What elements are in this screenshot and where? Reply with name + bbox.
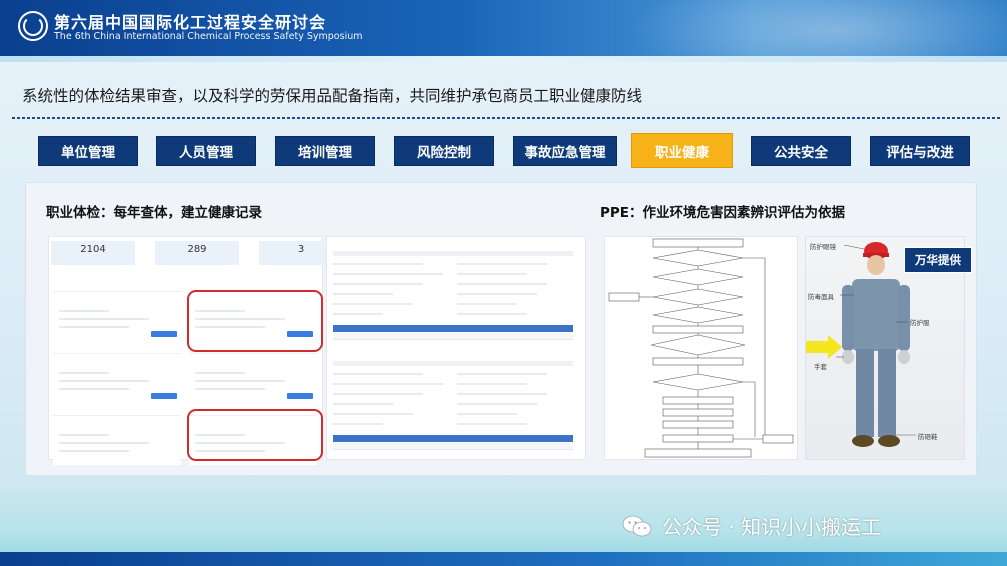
form-line [333, 413, 413, 415]
form-line [333, 273, 443, 275]
form-line [457, 383, 527, 385]
tab-occupational-health[interactable]: 职业健康 [631, 133, 733, 168]
table-header [333, 325, 573, 332]
tab-risk-control[interactable]: 风险控制 [394, 136, 494, 166]
flowchart-svg [608, 238, 794, 458]
card-action-button[interactable] [151, 393, 177, 399]
tab-evaluation-improvement[interactable]: 评估与改进 [870, 136, 970, 166]
bottom-bar [0, 552, 1007, 566]
form-line [457, 393, 547, 395]
conference-subtitle: The 6th China International Chemical Pro… [54, 31, 363, 42]
company-card[interactable] [53, 415, 181, 465]
symposium-logo-icon [18, 11, 48, 41]
card-line [59, 450, 129, 452]
table-row [333, 443, 573, 450]
tab-personnel-management[interactable]: 人员管理 [156, 136, 256, 166]
card-line [59, 388, 129, 390]
form-line [457, 273, 527, 275]
ppe-label-safety-shoes: 防砸鞋 [918, 433, 938, 441]
exam-detail-screenshot [326, 236, 586, 460]
header-stripe [0, 56, 1007, 62]
form-line [457, 283, 547, 285]
stat-card: 2104 [51, 241, 135, 265]
company-card[interactable] [189, 353, 317, 403]
form-line [333, 303, 413, 305]
watermark-text: 公众号 · 知识小小搬运工 [662, 515, 882, 539]
tab-training-management[interactable]: 培训管理 [275, 136, 375, 166]
form-line [333, 423, 383, 425]
form-line [333, 383, 443, 385]
card-line [195, 388, 265, 390]
conference-title: 第六届中国国际化工过程安全研讨会 [54, 13, 327, 32]
right-section-title: PPE：作业环境危害因素辨识评估为依据 [600, 205, 846, 221]
ppe-flowchart [604, 236, 798, 460]
ppe-label-goggles: 防护眼镜 [810, 243, 836, 251]
left-section-title: 职业体检：每年查体，建立健康记录 [46, 205, 262, 221]
card-line [59, 372, 109, 374]
form-header [333, 251, 573, 256]
company-card[interactable] [53, 291, 181, 341]
form-line [333, 373, 423, 375]
card-action-button[interactable] [151, 331, 177, 337]
watermark: 公众号 · 知识小小搬运工 [622, 511, 881, 540]
ppe-label-protective-suit: 防护服 [910, 319, 930, 327]
tab-unit-management[interactable]: 单位管理 [38, 136, 138, 166]
stat-value: 289 [187, 244, 207, 255]
ppe-label-gas-mask: 防毒面具 [808, 293, 834, 301]
form-line [457, 293, 537, 295]
form-line [333, 393, 423, 395]
tab-public-safety[interactable]: 公共安全 [751, 136, 851, 166]
card-action-button[interactable] [287, 393, 313, 399]
card-line [195, 380, 285, 382]
tab-emergency-management[interactable]: 事故应急管理 [513, 136, 617, 166]
card-line [59, 434, 109, 436]
form-line [333, 263, 423, 265]
form-line [457, 263, 547, 265]
credit-badge: 万华提供 [904, 247, 972, 273]
form-line [457, 373, 547, 375]
header-banner: 第六届中国国际化工过程安全研讨会 The 6th China Internati… [0, 0, 1007, 56]
company-card[interactable] [53, 353, 181, 403]
form-line [333, 293, 393, 295]
table-header [333, 435, 573, 442]
card-line [195, 372, 245, 374]
form-line [457, 403, 537, 405]
form-line [457, 423, 527, 425]
form-line [333, 403, 393, 405]
card-line [59, 310, 109, 312]
card-line [59, 326, 129, 328]
highlight-box [187, 409, 323, 461]
highlight-box [187, 290, 323, 352]
card-line [59, 442, 149, 444]
stat-card: 289 [155, 241, 239, 265]
heading-divider [12, 117, 1002, 119]
card-line [59, 380, 149, 382]
slide-heading: 系统性的体检结果审查，以及科学的劳保用品配备指南，共同维护承包商员工职业健康防线 [22, 87, 643, 105]
form-line [457, 303, 517, 305]
form-header [333, 361, 573, 366]
stat-value: 2104 [80, 244, 106, 255]
card-line [59, 318, 149, 320]
wechat-icon [622, 515, 652, 537]
form-line [457, 413, 517, 415]
form-line [333, 313, 383, 315]
form-line [457, 313, 527, 315]
table-row [333, 333, 573, 340]
ppe-label-gloves: 手套 [814, 363, 827, 371]
form-line [333, 283, 423, 285]
